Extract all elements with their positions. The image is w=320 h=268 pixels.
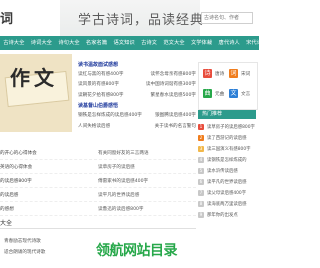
list-link[interactable]: 英语的心得体会 [0,164,98,170]
nav-item[interactable]: 语文知识 [110,36,138,50]
banner-text: 作文 [10,66,58,90]
news-link[interactable]: 读怀念母亲有感800字 [150,71,196,77]
hot-item[interactable]: 3 读三国演义有感800字 [198,143,256,154]
rank-badge: 2 [198,134,204,141]
list-row: 英语的心得体会 读草房子的读后感 [0,160,196,174]
list-link[interactable]: 读鲁迅的读后感800字 [98,206,196,212]
section-divider [0,228,196,229]
rank-badge: 1 [198,123,204,130]
hot-link[interactable]: 读海底两万里读后感 [207,201,247,207]
nav-item[interactable]: 古诗文 [138,36,160,50]
news-link[interactable]: 读红与黑的有感400字 [78,71,124,77]
site-logo[interactable]: 词 [0,8,13,27]
tangshi-icon[interactable]: 诗 [203,69,212,78]
nav-item[interactable]: 名家名篇 [83,36,111,50]
category-label[interactable]: 唐诗 [215,71,224,77]
hot-link[interactable]: 读水浒传读后感 [207,168,238,174]
rank-badge: 7 [198,189,204,196]
rank-badge: 3 [198,145,204,152]
article-list: 的开心的心得体会 有关同窗好友的三言两语 英语的心得体会 读草房子的读后感 的读… [0,146,196,216]
hot-link[interactable]: 读三国演义有感800字 [207,146,251,152]
news-link[interactable]: 人间失格读后感 [78,123,110,129]
hot-item[interactable]: 9 那年你的出发点 [198,209,256,220]
hot-link[interactable]: 那年你的出发点 [207,212,238,218]
list-row: 的开心的心得体会 有关同窗好友的三言两语 [0,146,196,160]
list-link[interactable]: 读平凡的世界读后感 [98,192,196,198]
news-link[interactable]: 读中国诗词谐有感300字 [146,81,196,87]
news-link[interactable]: 繁星春水读后感500字 [150,92,196,98]
news-item: 读红与黑的有感400字 读怀念母亲有感800字 [78,71,196,77]
rank-badge: 5 [198,167,204,174]
news-panel: 读书温故面试感想 读红与黑的有感400字 读怀念母亲有感800字 读风景的有感8… [78,58,196,133]
list-link[interactable]: 傅雷家书的读后感400字 [98,178,196,184]
nav-item[interactable]: 唐代诗人 [215,36,243,50]
hot-list: 1 读草房子的读后感800字 2 读了西游记的读后感 3 读三国演义有感800字 4读… [198,121,256,220]
hot-item[interactable]: 2 读了西游记的读后感 [198,132,256,143]
list-link[interactable]: 的开心的心得体会 [0,150,98,156]
category-card: 诗 唐诗 词 宋词 曲 元曲 文 文言 [198,62,258,110]
hot-item[interactable]: 7 读父母读后感400字 [198,187,256,198]
list-link[interactable]: 的读后感 [0,192,98,198]
slogan: 学古诗词，品读经典 [78,13,205,28]
news-item: 人间失格读后感 关于读书的名言警句 [78,123,196,129]
nav-item[interactable]: 诗词大全 [28,36,56,50]
wenyan-icon[interactable]: 文 [229,89,238,98]
hot-item[interactable]: 5 读水浒传读后感 [198,165,256,176]
list-link[interactable]: 的感想 [0,206,98,212]
rank-badge: 4 [198,156,204,163]
watermark-logo: 领航网站目录 [96,243,178,259]
nav-item[interactable]: 宋代诗人 [243,36,271,50]
hot-item[interactable]: 8 读海底两万里读后感 [198,198,256,209]
news-title[interactable]: 读基督山伯爵感悟 [78,102,196,109]
section-title: 大全 [0,220,13,227]
rank-badge: 9 [198,211,204,218]
rank-badge: 6 [198,178,204,185]
hot-link[interactable]: 读平凡的世界读后感 [207,179,247,185]
news-link[interactable]: 钢铁是怎样炼成的读后感400字 [78,112,142,118]
bottom-list: 青春励志现代诗歌 适合朗诵的现代诗歌 [4,238,45,260]
news-item: 读风景的有感800字 读中国诗词谐有感300字 [78,81,196,87]
list-link[interactable]: 读草房子的读后感 [98,164,196,170]
category-label[interactable]: 文言 [241,91,250,97]
category-label[interactable]: 宋词 [241,71,250,77]
category-label[interactable]: 元曲 [215,91,224,97]
news-link[interactable]: 狼图腾读后感400字 [155,112,196,118]
hot-item[interactable]: 4 读钢铁是怎样炼成的 [198,154,256,165]
search-input[interactable] [201,12,253,24]
hot-recommend-title: 热门推荐 [198,110,256,119]
list-link[interactable]: 的读后感800字 [0,178,98,184]
nav-item[interactable]: 文学体裁 [188,36,216,50]
rank-badge: 8 [198,200,204,207]
list-link[interactable]: 有关同窗好友的三言两语 [98,150,196,156]
songci-icon[interactable]: 词 [229,69,238,78]
main-nav: 古诗大全 诗词大全 诗句大全 名家名篇 语文知识 古诗文 范文大全 文学体裁 唐… [0,36,267,50]
news-title[interactable]: 读书温故面试感想 [78,61,196,68]
hot-link[interactable]: 读草房子的读后感800字 [207,124,255,130]
nav-item[interactable]: 范文大全 [160,36,188,50]
list-row: 的感想 读鲁迅的读后感800字 [0,202,196,216]
list-row: 的读后感800字 傅雷家书的读后感400字 [0,174,196,188]
hot-link[interactable]: 读了西游记的读后感 [207,135,247,141]
news-item: 钢铁是怎样炼成的读后感400字 狼图腾读后感400字 [78,112,196,118]
news-link[interactable]: 关于读书的名言警句 [155,123,196,129]
list-link[interactable]: 适合朗诵的现代诗歌 [4,249,45,255]
news-item: 读朝花夕拾有感800字 繁星春水读后感500字 [78,92,196,98]
yuanqu-icon[interactable]: 曲 [203,89,212,98]
news-link[interactable]: 读风景的有感800字 [78,81,119,87]
nav-item[interactable]: 古诗大全 [0,36,28,50]
hot-item[interactable]: 1 读草房子的读后感800字 [198,121,256,132]
banner-image[interactable]: 作文 [0,54,72,132]
hot-item[interactable]: 6 读平凡的世界读后感 [198,176,256,187]
hot-link[interactable]: 读钢铁是怎样炼成的 [207,157,247,163]
list-row: 的读后感 读平凡的世界读后感 [0,188,196,202]
nav-item[interactable]: 诗句大全 [55,36,83,50]
hot-link[interactable]: 读父母读后感400字 [207,190,246,196]
header: 词 学古诗词，品读经典 [0,0,259,36]
list-link[interactable]: 青春励志现代诗歌 [4,238,45,244]
news-link[interactable]: 读朝花夕拾有感800字 [78,92,124,98]
